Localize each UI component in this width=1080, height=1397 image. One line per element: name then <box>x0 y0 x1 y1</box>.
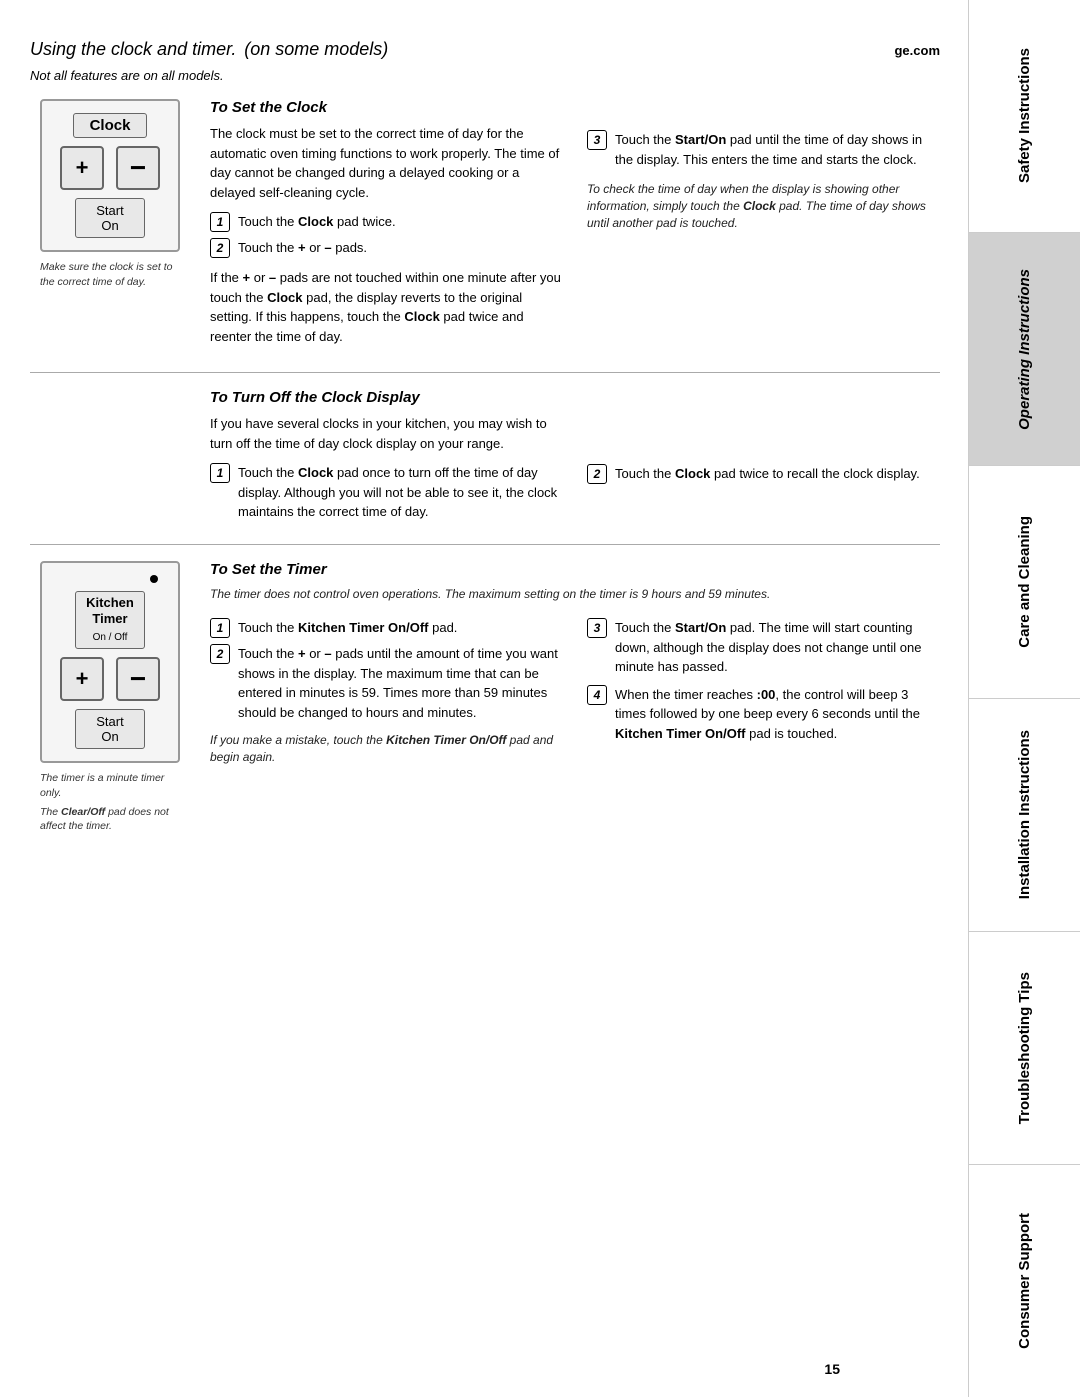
clock-content: To Set the Clock The clock must be set t… <box>210 99 940 356</box>
step-text-2: Touch the + or – pads. <box>238 238 367 258</box>
turn-off-intro: If you have several clocks in your kitch… <box>210 414 563 453</box>
clock-step-3: 3 Touch the Start/On pad until the time … <box>587 130 940 169</box>
clock-middle-text: If the + or – pads are not touched withi… <box>210 268 563 346</box>
clock-col-left: The clock must be set to the correct tim… <box>210 124 563 356</box>
timer-step-2: 2 Touch the + or – pads until the amount… <box>210 644 563 722</box>
clock-keypad-caption: Make sure the clock is set to the correc… <box>40 260 180 289</box>
sidebar-label-care: Care and Cleaning <box>1016 516 1034 648</box>
clock-section: Clock + − StartOn Make sure the clock is… <box>30 99 940 373</box>
turn-off-step-2: 2 Touch the Clock pad twice to recall th… <box>587 464 940 484</box>
step-num-1: 1 <box>210 212 230 232</box>
clock-step-2: 2 Touch the + or – pads. <box>210 238 563 258</box>
clock-two-col: The clock must be set to the correct tim… <box>210 124 940 356</box>
clock-top-label: Clock <box>73 113 148 138</box>
timer-keypad-area: KitchenTimer On / Off + − StartOn The ti… <box>30 561 190 834</box>
turn-off-two-col: If you have several clocks in your kitch… <box>210 414 940 528</box>
not-all-features-note: Not all features are on all models. <box>30 68 940 83</box>
sidebar-section-care[interactable]: Care and Cleaning <box>968 466 1080 699</box>
timer-arrows: + − <box>60 657 160 701</box>
clock-step-1: 1 Touch the Clock pad twice. <box>210 212 563 232</box>
page-number: 15 <box>824 1361 840 1377</box>
step-text-to2: Touch the Clock pad twice to recall the … <box>615 464 920 484</box>
timer-steps-right: 3 Touch the Start/On pad. The time will … <box>587 618 940 743</box>
clock-keypad-area: Clock + − StartOn Make sure the clock is… <box>30 99 190 356</box>
timer-minus-button[interactable]: − <box>116 657 160 701</box>
step-num-t2: 2 <box>210 644 230 664</box>
clock-intro-text: The clock must be set to the correct tim… <box>210 124 563 202</box>
clock-keypad-box: Clock + − StartOn <box>40 99 180 252</box>
step-num-to2: 2 <box>587 464 607 484</box>
clock-col-right: 3 Touch the Start/On pad until the time … <box>587 124 940 356</box>
plus-button[interactable]: + <box>60 146 104 190</box>
sidebar-label-operating: Operating Instructions <box>1016 269 1034 430</box>
turn-off-steps-left: 1 Touch the Clock pad once to turn off t… <box>210 463 563 522</box>
timer-step-3: 3 Touch the Start/On pad. The time will … <box>587 618 940 677</box>
timer-section-title: To Set the Timer <box>210 561 940 578</box>
timer-two-col: 1 Touch the Kitchen Timer On/Off pad. 2 … <box>210 612 940 766</box>
timer-plus-button[interactable]: + <box>60 657 104 701</box>
turn-off-step-1: 1 Touch the Clock pad once to turn off t… <box>210 463 563 522</box>
timer-keypad-caption1: The timer is a minute timer only. <box>40 771 180 800</box>
timer-content: To Set the Timer The timer does not cont… <box>210 561 940 834</box>
step-num-t3: 3 <box>587 618 607 638</box>
sidebar-label-installation: Installation Instructions <box>1016 730 1034 899</box>
page-header: Using the clock and timer. (on some mode… <box>30 30 940 62</box>
step-num-t4: 4 <box>587 685 607 705</box>
step-num-t1: 1 <box>210 618 230 638</box>
ge-com-label: ge.com <box>894 43 940 58</box>
step-text-to1: Touch the Clock pad once to turn off the… <box>238 463 563 522</box>
sidebar-label-safety: Safety Instructions <box>1016 48 1034 183</box>
timer-col-right: 3 Touch the Start/On pad. The time will … <box>587 612 940 766</box>
step-text-3: Touch the Start/On pad until the time of… <box>615 130 940 169</box>
turn-off-content: To Turn Off the Clock Display If you hav… <box>210 389 940 528</box>
timer-start-on-button[interactable]: StartOn <box>75 709 144 749</box>
turn-off-col-left: If you have several clocks in your kitch… <box>210 414 563 528</box>
timer-dot-indicator <box>150 575 158 583</box>
clock-section-title: To Set the Clock <box>210 99 940 116</box>
main-content: Using the clock and timer. (on some mode… <box>0 0 970 1397</box>
sidebar-section-consumer[interactable]: Consumer Support <box>968 1165 1080 1397</box>
clock-arrows: + − <box>60 146 160 190</box>
step-text-t2: Touch the + or – pads until the amount o… <box>238 644 563 722</box>
timer-step-4: 4 When the timer reaches :00, the contro… <box>587 685 940 744</box>
clock-steps-left: 1 Touch the Clock pad twice. 2 Touch the… <box>210 212 563 258</box>
clock-steps-right: 3 Touch the Start/On pad until the time … <box>587 130 940 169</box>
timer-keypad-caption2: The Clear/Off pad does not affect the ti… <box>40 805 180 834</box>
step-text-t1: Touch the Kitchen Timer On/Off pad. <box>238 618 457 638</box>
timer-italic-intro: The timer does not control oven operatio… <box>210 586 940 603</box>
step-text-t3: Touch the Start/On pad. The time will st… <box>615 618 940 677</box>
sidebar-section-installation[interactable]: Installation Instructions <box>968 699 1080 932</box>
sidebar-section-operating[interactable]: Operating Instructions <box>968 233 1080 466</box>
sidebar-label-consumer: Consumer Support <box>1016 1213 1034 1349</box>
step-num-3: 3 <box>587 130 607 150</box>
clock-italic-note: To check the time of day when the displa… <box>587 181 940 231</box>
page-title: Using the clock and timer. (on some mode… <box>30 30 388 62</box>
timer-step-1: 1 Touch the Kitchen Timer On/Off pad. <box>210 618 563 638</box>
timer-section: KitchenTimer On / Off + − StartOn The ti… <box>30 545 940 834</box>
step-text-t4: When the timer reaches :00, the control … <box>615 685 940 744</box>
step-num-2: 2 <box>210 238 230 258</box>
turn-off-section: To Turn Off the Clock Display If you hav… <box>30 373 940 545</box>
step-text-1: Touch the Clock pad twice. <box>238 212 396 232</box>
timer-col-left: 1 Touch the Kitchen Timer On/Off pad. 2 … <box>210 612 563 766</box>
sidebar-label-troubleshooting: Troubleshooting Tips <box>1016 972 1034 1124</box>
sidebar-section-safety[interactable]: Safety Instructions <box>968 0 1080 233</box>
minus-button[interactable]: − <box>116 146 160 190</box>
timer-italic-middle: If you make a mistake, touch the Kitchen… <box>210 732 563 766</box>
turn-off-section-title: To Turn Off the Clock Display <box>210 389 940 406</box>
timer-keypad-box: KitchenTimer On / Off + − StartOn <box>40 561 180 764</box>
clock-start-on-button[interactable]: StartOn <box>75 198 144 238</box>
step-num-to1: 1 <box>210 463 230 483</box>
turn-off-steps-right: 2 Touch the Clock pad twice to recall th… <box>587 464 940 484</box>
timer-top-label: KitchenTimer On / Off <box>75 591 145 650</box>
sidebar: Safety Instructions Operating Instructio… <box>968 0 1080 1397</box>
timer-steps-left: 1 Touch the Kitchen Timer On/Off pad. 2 … <box>210 618 563 722</box>
sidebar-section-troubleshooting[interactable]: Troubleshooting Tips <box>968 932 1080 1165</box>
turn-off-col-right: 2 Touch the Clock pad twice to recall th… <box>587 414 940 528</box>
